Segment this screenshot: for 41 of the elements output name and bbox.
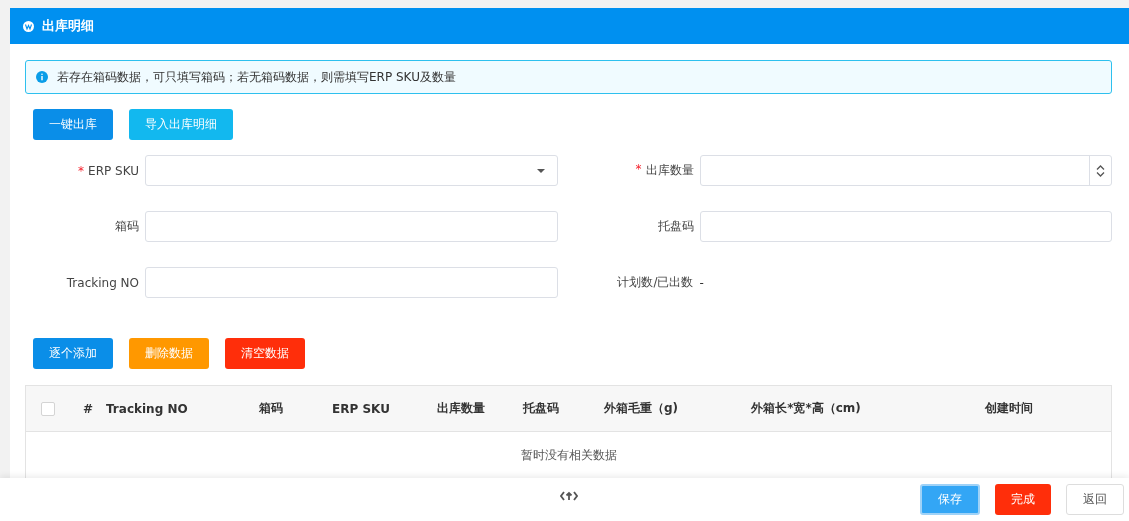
field-label: 箱码 — [115, 218, 139, 235]
select-all-checkbox[interactable] — [41, 401, 55, 416]
field-label: 出库数量 — [645, 162, 694, 179]
required-mark: * — [635, 162, 642, 178]
alert-text: 若存在箱码数据，可只填写箱码；若无箱码数据，则需填写ERP SKU及数量 — [57, 68, 456, 86]
footer-button[interactable]: 完成 — [995, 484, 1051, 515]
logo-icon — [23, 20, 34, 32]
action-button[interactable]: 删除数据 — [129, 338, 209, 369]
toolbar-button[interactable]: 导入出库明细 — [129, 109, 233, 140]
empty-message: 暂时没有相关数据 — [520, 446, 617, 464]
action-button[interactable]: 逐个添加 — [33, 338, 113, 369]
column-header: 外箱长*宽*高（cm) — [750, 400, 862, 417]
input-field[interactable] — [145, 211, 558, 242]
input-field[interactable] — [699, 211, 1112, 242]
toolbar-button[interactable]: 一键出库 — [33, 109, 113, 140]
field-value: - — [699, 275, 704, 290]
field-label: Tracking NO — [66, 275, 139, 290]
info-icon — [36, 71, 48, 83]
code-icon[interactable] — [560, 491, 578, 501]
field-label: 计划数/已出数 — [617, 274, 694, 291]
column-header: 托盘码 — [522, 400, 560, 417]
column-header: 箱码 — [258, 400, 284, 417]
required-mark: * — [78, 163, 85, 178]
column-header: # — [81, 401, 95, 416]
action-button[interactable]: 清空数据 — [225, 338, 305, 369]
column-header: 创建时间 — [983, 400, 1034, 417]
column-header: 外箱毛重（g) — [602, 400, 680, 417]
field-label: ERP SKU — [88, 163, 139, 178]
footer-button[interactable]: 保存 — [920, 484, 980, 515]
footer-button[interactable]: 返回 — [1066, 484, 1124, 515]
panel-title: 出库明细 — [42, 17, 94, 35]
field-label: 托盘码 — [657, 218, 694, 235]
chevron-up-icon[interactable] — [1096, 164, 1105, 170]
number-field[interactable] — [699, 155, 1112, 186]
select-field[interactable] — [145, 155, 558, 186]
column-header: Tracking NO — [106, 401, 189, 416]
chevron-down-icon[interactable] — [1096, 171, 1105, 177]
caret-icon — [536, 168, 545, 173]
column-header: ERP SKU — [331, 401, 391, 416]
input-field[interactable] — [145, 267, 558, 298]
column-header: 出库数量 — [436, 400, 486, 417]
